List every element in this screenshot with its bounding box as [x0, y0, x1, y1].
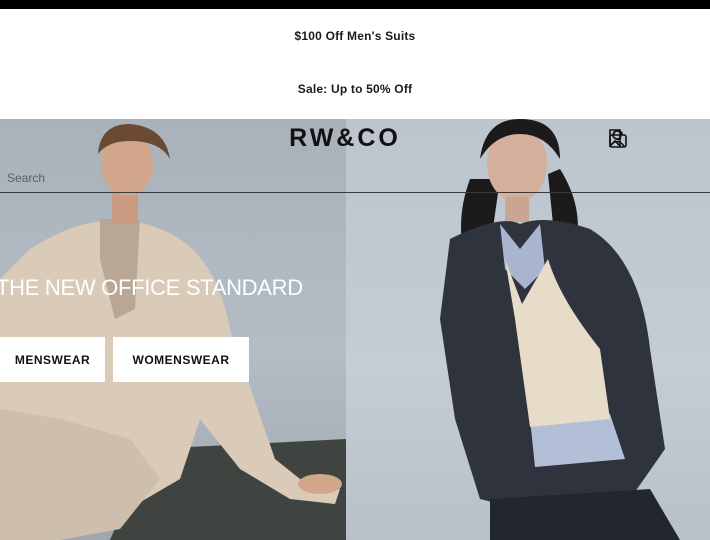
promo-banner-sale[interactable]: Sale: Up to 50% Off — [0, 71, 710, 107]
brand-logo[interactable]: RW&CO — [0, 124, 690, 153]
hero-headline: THE NEW OFFICE STANDARD — [0, 275, 303, 300]
womenswear-button[interactable]: WOMENSWEAR — [113, 337, 249, 382]
shopping-bag-icon[interactable] — [609, 129, 702, 151]
search-bar — [0, 164, 710, 193]
search-input[interactable] — [7, 170, 307, 186]
hero-banner: RW&CO THE NEW OFFICE STANDARD MENSWEAR W… — [0, 119, 710, 540]
menswear-button[interactable]: MENSWEAR — [0, 337, 105, 382]
header-icons — [608, 129, 702, 151]
promo-banner-suits[interactable]: $100 Off Men's Suits — [0, 18, 710, 54]
top-black-bar — [0, 0, 710, 9]
wishlist-bookmark-icon[interactable] — [609, 129, 666, 151]
